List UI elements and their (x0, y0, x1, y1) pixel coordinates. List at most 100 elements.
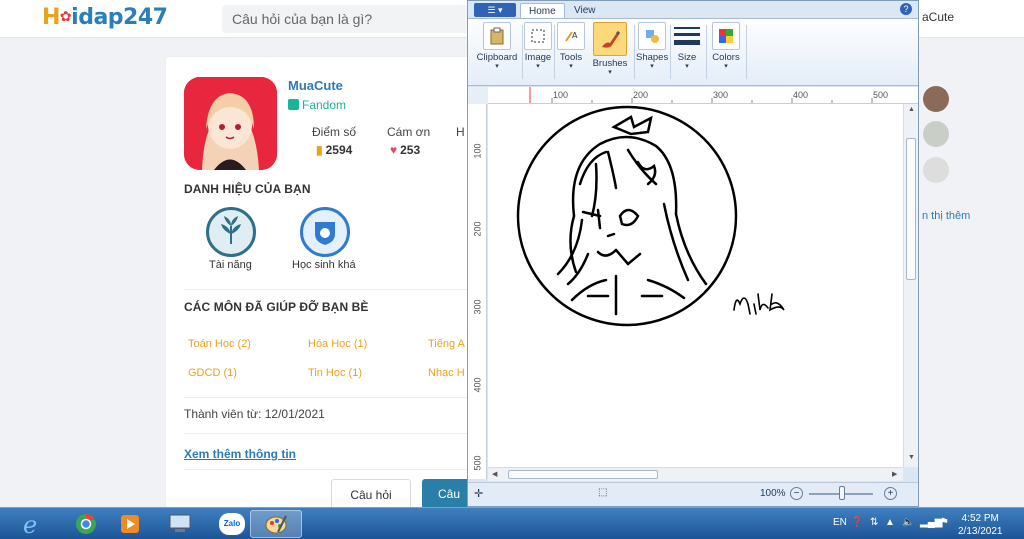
sync-icon[interactable]: ⇅ (870, 517, 878, 528)
menu-icon: ☰ (487, 5, 496, 15)
divider (184, 397, 474, 398)
paint-icon[interactable] (250, 510, 302, 538)
stat-label-thanks: Cám ơn (387, 125, 431, 139)
colors-group[interactable]: Colors ▾ (708, 22, 744, 82)
rank-icon (288, 99, 299, 110)
divider (184, 433, 474, 434)
shapes-group[interactable]: Shapes ▾ (636, 22, 668, 82)
divider (706, 25, 707, 79)
clipboard-group[interactable]: Clipboard ▾ (474, 22, 520, 82)
stat-value-thanks: ♥ 253 (390, 143, 421, 157)
show-more-link[interactable]: n thị thêm (922, 210, 970, 222)
cursor-position-icon: ✛ (474, 488, 484, 500)
scroll-right-icon[interactable]: ▶ (892, 470, 897, 478)
zoom-out-button[interactable]: − (790, 487, 803, 500)
divider (554, 25, 555, 79)
horizontal-scroll-thumb[interactable] (508, 470, 658, 479)
brush-icon (593, 22, 627, 56)
scroll-down-icon[interactable]: ▼ (908, 454, 915, 461)
tab-view[interactable]: View (566, 3, 604, 18)
avatar[interactable] (184, 77, 277, 170)
tab-questions[interactable]: Câu hỏi (331, 479, 411, 509)
shapes-icon (638, 22, 666, 50)
leaf-badge-icon[interactable] (206, 207, 256, 257)
vertical-scroll-thumb[interactable] (906, 138, 916, 280)
help-tray-icon[interactable]: ❓ (851, 517, 863, 528)
divider (184, 289, 474, 290)
ruler-label: 100 (553, 90, 569, 100)
member-since: Thành viên từ: 12/01/2021 (184, 407, 325, 421)
subject-link[interactable]: Nhạc H (428, 367, 465, 379)
tab-home[interactable]: Home (520, 3, 565, 18)
stat-label-truncated: H (456, 125, 465, 139)
subject-link[interactable]: Toán Học (2) (188, 338, 251, 350)
svg-text:e: e (23, 511, 37, 537)
svg-text:A: A (572, 31, 578, 40)
avatar[interactable] (923, 121, 949, 147)
ruler-label: 500 (873, 90, 889, 100)
rank-label: Fandom (288, 98, 346, 112)
profile-username[interactable]: MuaCute (288, 78, 343, 93)
points-icon: ▮ (316, 143, 323, 157)
heart-icon: ♥ (390, 143, 398, 157)
network-icon[interactable]: ⚑ (940, 517, 949, 528)
shield-badge-icon[interactable] (300, 207, 350, 257)
image-group[interactable]: Image ▾ (524, 22, 552, 82)
language-indicator[interactable]: EN (833, 517, 847, 528)
brushes-group[interactable]: Brushes ▾ (590, 22, 630, 82)
ruler-label: 400 (472, 377, 483, 393)
scroll-up-icon[interactable]: ▲ (908, 106, 915, 113)
vertical-scrollbar[interactable]: ▲ ▼ (903, 104, 918, 467)
avatar[interactable] (923, 157, 949, 183)
profile-card: MuaCute Fandom Điểm số ▮ 2594 Cám ơn ♥ 253… (166, 57, 476, 517)
system-clock[interactable]: 4:52 PM 2/13/2021 (958, 512, 1003, 538)
anime-girl-drawing: Mila (516, 105, 785, 327)
avatar[interactable] (923, 86, 949, 112)
help-icon[interactable]: ? (900, 3, 912, 15)
search-input[interactable]: Câu hỏi của bạn là gì? (222, 5, 472, 33)
divider (670, 25, 671, 79)
stat-value-points: ▮ 2594 (316, 143, 353, 157)
horizontal-scrollbar[interactable]: ◀ ▶ (488, 467, 903, 481)
signature-text: Mila (750, 299, 752, 301)
ruler-label: 300 (713, 90, 729, 100)
status-bar: ✛ ⬚ 100% − + (468, 482, 918, 506)
scroll-left-icon[interactable]: ◀ (492, 470, 497, 478)
header-username[interactable]: aCute (922, 10, 954, 24)
show-hidden-icons-icon[interactable]: ▲ (885, 517, 895, 528)
zoom-in-button[interactable]: + (884, 487, 897, 500)
canvas-area: Mila (488, 104, 903, 467)
clipboard-icon (483, 22, 511, 50)
zoom-level: 100% (760, 488, 786, 499)
ruler-label: 300 (472, 299, 483, 315)
more-info-link[interactable]: Xem thêm thông tin (184, 447, 296, 461)
divider (522, 25, 523, 79)
size-icon (673, 22, 701, 50)
ruler-label: 500 (472, 455, 483, 471)
badge-label-good-student: Học sinh khá (292, 259, 356, 271)
tools-icon: A (557, 22, 585, 50)
ribbon: Clipboard ▾ Image ▾ A Tools ▾ Brushes ▾ Shap… (468, 18, 918, 86)
drawing-canvas[interactable]: Mila (488, 104, 903, 467)
computer-icon[interactable] (154, 510, 206, 538)
paint-menu-button[interactable]: ☰ ▾ (474, 3, 516, 17)
colors-icon (712, 22, 740, 50)
subject-link[interactable]: Tiếng A (428, 338, 465, 350)
ie-icon[interactable]: e (6, 510, 58, 538)
paint-window: ☰ ▾ Home View ? Clipboard ▾ Image ▾ A Tool… (467, 0, 919, 507)
zoom-slider-thumb[interactable] (839, 486, 845, 500)
tools-group[interactable]: A Tools ▾ (556, 22, 586, 82)
site-logo[interactable]: H✿idap247 (42, 5, 168, 30)
divider (184, 469, 474, 470)
size-group[interactable]: Size ▾ (672, 22, 702, 82)
subject-link[interactable]: Hóa Học (1) (308, 338, 367, 350)
ruler-label: 400 (793, 90, 809, 100)
badges-title: DANH HIỆU CỦA BẠN (184, 182, 311, 196)
subject-link[interactable]: GDCD (1) (188, 367, 237, 379)
subject-link[interactable]: Tin Học (1) (308, 367, 362, 379)
ruler-label: 100 (472, 143, 483, 159)
volume-icon[interactable]: 🔈 (902, 517, 914, 528)
media-player-icon[interactable] (104, 510, 156, 538)
ruler-label: 200 (633, 90, 649, 100)
image-icon (524, 22, 552, 50)
